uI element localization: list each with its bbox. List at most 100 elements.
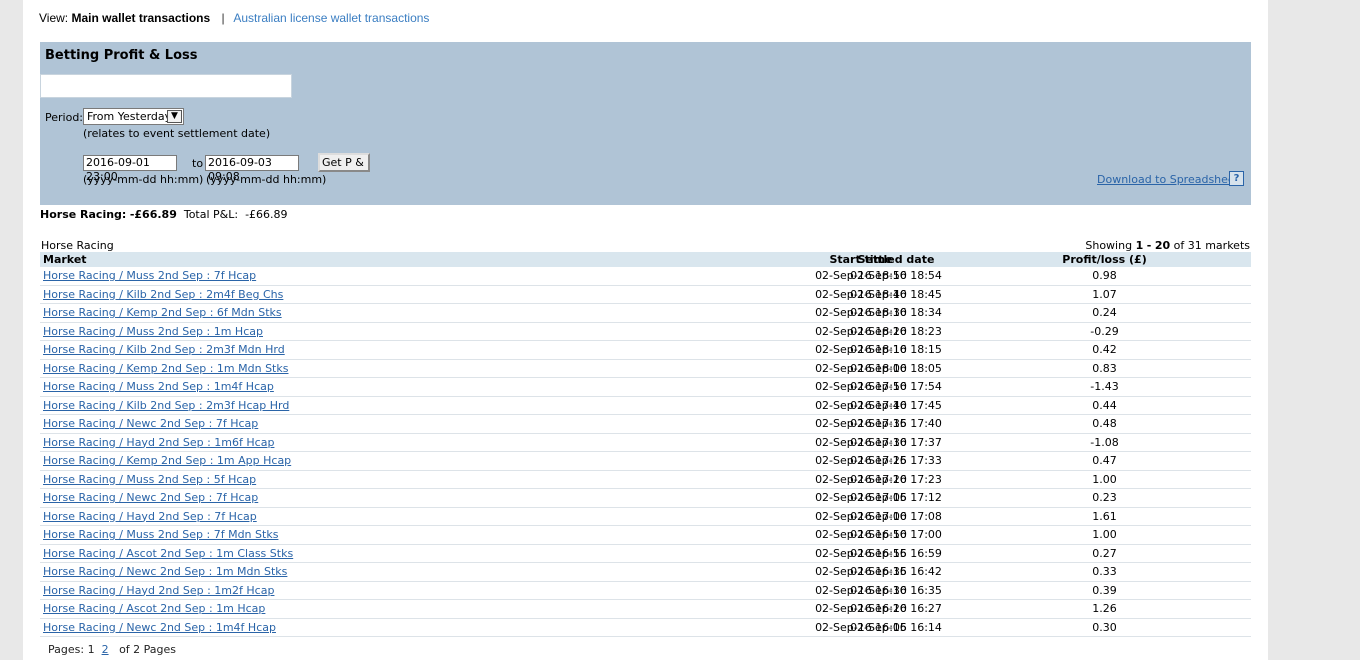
col-header-profit-loss[interactable]: Profit/loss (£) — [970, 252, 1251, 267]
profit-loss-cell: 1.00 — [970, 470, 1251, 489]
get-pl-button[interactable]: Get P & L — [318, 153, 370, 172]
settled-date-value: 02-Sep-16 16:35 — [850, 583, 942, 597]
table-row: Horse Racing / Muss 2nd Sep : 7f Hcap 02-… — [40, 267, 1251, 286]
profit-loss-cell: 0.42 — [970, 340, 1251, 360]
settled-date-value: 02-Sep-16 17:54 — [850, 380, 942, 394]
market-cell: Horse Racing / Kilb 2nd Sep : 2m4f Beg C… — [40, 285, 540, 304]
settled-date-value: 02-Sep-16 18:23 — [850, 324, 942, 338]
sport-pl-label: Horse Racing: — [40, 208, 127, 221]
market-link[interactable]: Horse Racing / Newc 2nd Sep : 1m4f Hcap — [43, 621, 276, 634]
settled-date-cell: 02-Sep-16 17:00 — [850, 525, 970, 545]
view-prefix: View: — [39, 11, 69, 25]
download-spreadsheet-link[interactable]: Download to Spreadsheet — [1097, 173, 1239, 186]
market-link[interactable]: Horse Racing / Hayd 2nd Sep : 1m6f Hcap — [43, 436, 274, 449]
settled-date-value: 02-Sep-16 18:54 — [850, 269, 942, 283]
market-cell: Horse Racing / Muss 2nd Sep : 7f Hcap — [40, 267, 540, 286]
profit-loss-cell: 0.24 — [970, 303, 1251, 323]
settled-date-cell: 02-Sep-16 18:15 — [850, 340, 970, 360]
settled-date-cell: 02-Sep-16 16:35 — [850, 581, 970, 600]
market-link[interactable]: Horse Racing / Newc 2nd Sep : 7f Hcap — [43, 491, 258, 504]
profit-loss-value: -0.29 — [1090, 324, 1119, 338]
settled-date-value: 02-Sep-16 18:05 — [850, 361, 942, 375]
market-cell: Horse Racing / Newc 2nd Sep : 7f Hcap — [40, 414, 540, 434]
table-row: Horse Racing / Hayd 2nd Sep : 7f Hcap 02-… — [40, 507, 1251, 526]
settled-date-cell: 02-Sep-16 17:33 — [850, 451, 970, 471]
table-row: Horse Racing / Ascot 2nd Sep : 1m Hcap 02… — [40, 599, 1251, 619]
showing-range-start: 1 — [1135, 239, 1144, 252]
market-cell: Horse Racing / Ascot 2nd Sep : 1m Class … — [40, 544, 540, 563]
to-format-hint: (yyyy-mm-dd hh:mm) — [206, 173, 327, 186]
profit-loss-value: 1.26 — [1092, 602, 1117, 616]
settled-date-cell: 02-Sep-16 18:05 — [850, 359, 970, 378]
market-link[interactable]: Horse Racing / Kemp 2nd Sep : 1m App Hca… — [43, 454, 291, 467]
showing-range-end: 20 — [1154, 239, 1171, 252]
profit-loss-value: 0.39 — [1092, 583, 1117, 597]
to-date-input[interactable]: 2016-09-03 09:08 — [205, 155, 299, 183]
from-date-input[interactable]: 2016-09-01 23:00 — [83, 155, 177, 183]
showing-suffix: of 31 markets — [1173, 239, 1250, 252]
profit-loss-value: 0.48 — [1092, 417, 1117, 431]
market-cell: Horse Racing / Newc 2nd Sep : 1m Mdn Stk… — [40, 562, 540, 582]
table-row: Horse Racing / Kemp 2nd Sep : 1m App Hca… — [40, 451, 1251, 471]
col-header-settled-date-label: Settled date — [857, 253, 935, 266]
chevron-down-icon[interactable]: ▼ — [167, 110, 182, 123]
market-link[interactable]: Horse Racing / Ascot 2nd Sep : 1m Hcap — [43, 602, 265, 615]
table-row: Horse Racing / Newc 2nd Sep : 7f Hcap 02-… — [40, 488, 1251, 508]
table-row: Horse Racing / Newc 2nd Sep : 1m Mdn Stk… — [40, 562, 1251, 582]
profit-loss-cell: 0.27 — [970, 544, 1251, 563]
col-header-profit-loss-label: Profit/loss (£) — [1062, 253, 1147, 266]
profit-loss-cell: 0.47 — [970, 451, 1251, 471]
settled-date-value: 02-Sep-16 17:33 — [850, 454, 942, 468]
market-link[interactable]: Horse Racing / Hayd 2nd Sep : 1m2f Hcap — [43, 584, 274, 597]
table-row: Horse Racing / Muss 2nd Sep : 1m Hcap 02-… — [40, 322, 1251, 341]
settled-date-cell: 02-Sep-16 18:23 — [850, 322, 970, 341]
profit-loss-cell: 0.48 — [970, 414, 1251, 434]
settled-date-value: 02-Sep-16 16:14 — [850, 620, 942, 634]
showing-count: Showing 1 - 20 of 31 markets — [1085, 239, 1250, 252]
market-link[interactable]: Horse Racing / Newc 2nd Sep : 1m Mdn Stk… — [43, 565, 287, 578]
settled-date-value: 02-Sep-16 16:42 — [850, 565, 942, 579]
pager-next-link[interactable]: 2 — [102, 643, 109, 656]
settled-date-cell: 02-Sep-16 18:34 — [850, 303, 970, 323]
pl-summary: Horse Racing: -£66.89 Total P&L: -£66.89 — [40, 208, 288, 221]
settled-date-value: 02-Sep-16 17:12 — [850, 491, 942, 505]
help-icon[interactable]: ? — [1229, 171, 1244, 186]
market-link[interactable]: Horse Racing / Muss 2nd Sep : 7f Mdn Stk… — [43, 528, 278, 541]
market-link[interactable]: Horse Racing / Kilb 2nd Sep : 2m4f Beg C… — [43, 288, 283, 301]
market-link[interactable]: Horse Racing / Kemp 2nd Sep : 1m Mdn Stk… — [43, 362, 288, 375]
profit-loss-value: 1.07 — [1092, 287, 1117, 301]
market-link[interactable]: Horse Racing / Kilb 2nd Sep : 2m3f Mdn H… — [43, 343, 285, 356]
market-cell: Horse Racing / Newc 2nd Sep : 1m4f Hcap — [40, 618, 540, 637]
settled-date-cell: 02-Sep-16 17:37 — [850, 433, 970, 452]
market-link[interactable]: Horse Racing / Muss 2nd Sep : 7f Hcap — [43, 269, 256, 282]
market-link[interactable]: Horse Racing / Muss 2nd Sep : 5f Hcap — [43, 473, 256, 486]
showing-prefix: Showing — [1085, 239, 1133, 252]
markets-table: Market Start time Settled date Profit/lo… — [40, 252, 1251, 637]
table-row: Horse Racing / Newc 2nd Sep : 7f Hcap 02-… — [40, 414, 1251, 434]
profit-loss-cell: 0.33 — [970, 562, 1251, 582]
market-link[interactable]: Horse Racing / Newc 2nd Sep : 7f Hcap — [43, 417, 258, 430]
market-link[interactable]: Horse Racing / Hayd 2nd Sep : 7f Hcap — [43, 510, 257, 523]
profit-loss-cell: -1.08 — [970, 433, 1251, 452]
profit-loss-value: 0.24 — [1092, 306, 1117, 320]
market-link[interactable]: Horse Racing / Muss 2nd Sep : 1m Hcap — [43, 325, 263, 338]
profit-loss-value: 0.33 — [1092, 565, 1117, 579]
market-cell: Horse Racing / Hayd 2nd Sep : 7f Hcap — [40, 507, 540, 526]
showing-dash: - — [1146, 239, 1152, 252]
market-link[interactable]: Horse Racing / Muss 2nd Sep : 1m4f Hcap — [43, 380, 274, 393]
market-link[interactable]: Horse Racing / Kemp 2nd Sep : 6f Mdn Stk… — [43, 306, 282, 319]
to-label: to — [192, 157, 204, 170]
col-header-settled-date[interactable]: Settled date — [858, 252, 970, 267]
australian-wallet-link[interactable]: Australian license wallet transactions — [233, 11, 429, 25]
market-cell: Horse Racing / Newc 2nd Sep : 7f Hcap — [40, 488, 540, 508]
settled-date-cell: 02-Sep-16 17:23 — [850, 470, 970, 489]
period-select[interactable]: From Yesterday ▼ — [83, 108, 184, 125]
view-switcher: View: Main wallet transactions | Austral… — [39, 11, 429, 25]
market-link[interactable]: Horse Racing / Kilb 2nd Sep : 2m3f Hcap … — [43, 399, 289, 412]
profit-loss-value: 0.44 — [1092, 398, 1117, 412]
total-pl-value: -£66.89 — [245, 208, 288, 221]
profit-loss-cell: -1.43 — [970, 377, 1251, 397]
market-link[interactable]: Horse Racing / Ascot 2nd Sep : 1m Class … — [43, 547, 293, 560]
col-header-market[interactable]: Market — [40, 252, 540, 267]
profit-loss-cell: 1.61 — [970, 507, 1251, 526]
